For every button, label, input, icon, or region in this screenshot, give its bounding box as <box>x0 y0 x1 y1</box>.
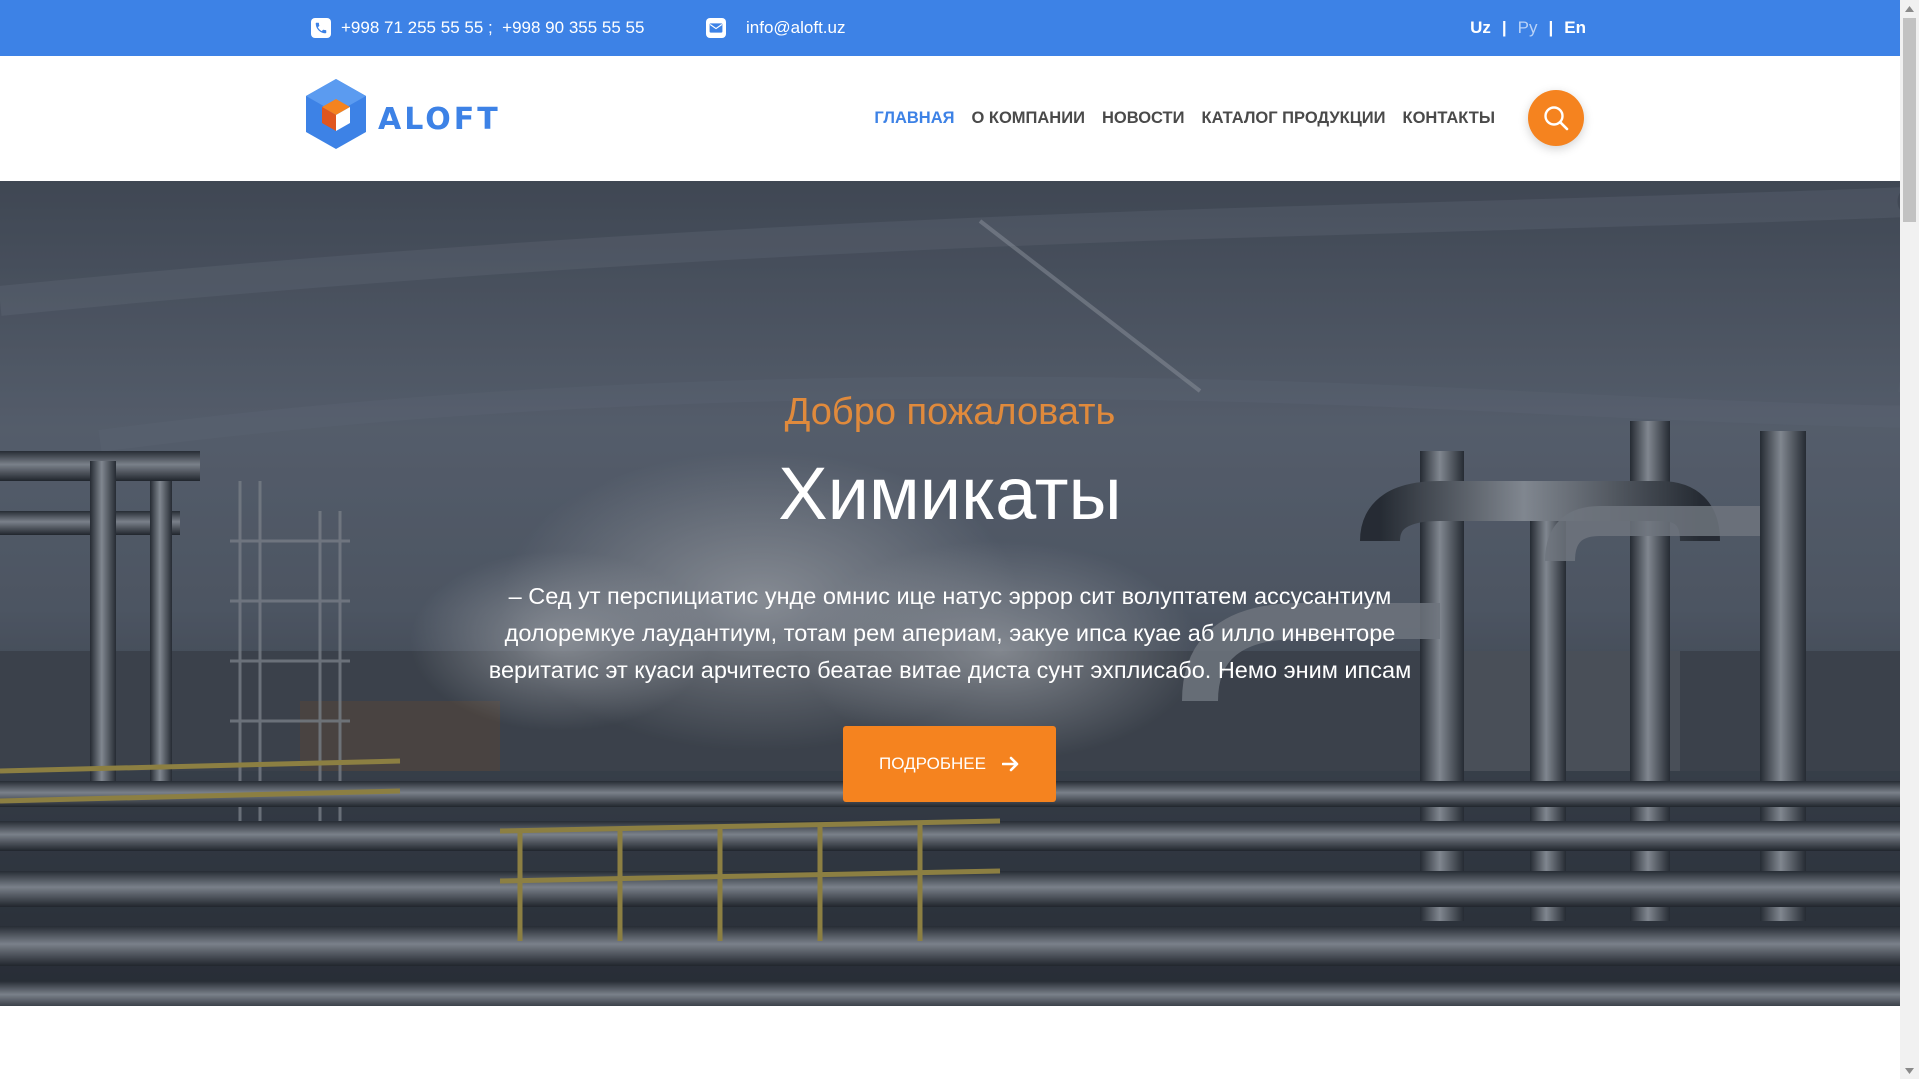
hero-banner: Добро пожаловать Химикаты – Сед ут персп… <box>0 181 1900 1006</box>
more-button-label: ПОДРОБНЕЕ <box>879 754 986 773</box>
hero-title: Химикаты <box>778 452 1122 535</box>
main-nav: ГЛАВНАЯ О КОМПАНИИ НОВОСТИ КАТАЛОГ ПРОДУ… <box>874 56 1495 181</box>
lang-en[interactable]: En <box>1564 18 1586 38</box>
search-button[interactable] <box>1528 90 1584 146</box>
site-header: ALOFT ГЛАВНАЯ О КОМПАНИИ НОВОСТИ КАТАЛОГ… <box>0 56 1900 181</box>
hero-subtitle: Добро пожаловать <box>784 391 1116 433</box>
phone-contact[interactable]: +998 71 255 55 55 ; +998 90 355 55 55 <box>311 0 644 56</box>
email-address[interactable]: info@aloft.uz <box>746 18 845 38</box>
lang-ru[interactable]: Ру <box>1518 18 1538 38</box>
logo-cube-icon <box>306 79 366 149</box>
envelope-icon <box>706 18 726 38</box>
email-contact[interactable]: info@aloft.uz <box>706 0 845 56</box>
lang-separator: | <box>1548 18 1554 37</box>
scroll-up-icon[interactable] <box>1900 0 1919 17</box>
scroll-down-icon[interactable] <box>1900 1062 1919 1079</box>
scrollbar-thumb[interactable] <box>1903 18 1916 222</box>
top-contact-bar: +998 71 255 55 55 ; +998 90 355 55 55 in… <box>0 0 1900 56</box>
nav-catalog[interactable]: КАТАЛОГ ПРОДУКЦИИ <box>1202 109 1386 128</box>
language-switcher: Uz | Ру | En <box>1470 0 1586 56</box>
search-icon <box>1544 106 1569 131</box>
page-scrollbar[interactable] <box>1900 0 1919 1079</box>
nav-contacts[interactable]: КОНТАКТЫ <box>1403 109 1496 128</box>
nav-about[interactable]: О КОМПАНИИ <box>971 109 1084 128</box>
nav-news[interactable]: НОВОСТИ <box>1102 109 1185 128</box>
logo[interactable]: ALOFT <box>304 77 501 151</box>
nav-home[interactable]: ГЛАВНАЯ <box>874 109 954 128</box>
logo-text: ALOFT <box>378 101 501 137</box>
phone-numbers[interactable]: +998 71 255 55 55 ; +998 90 355 55 55 <box>341 18 644 38</box>
phone-icon <box>311 18 331 38</box>
hero-description: – Сед ут перспициатис унде омнис ице нат… <box>488 583 1412 683</box>
more-button[interactable]: ПОДРОБНЕЕ <box>843 726 1056 802</box>
lang-separator: | <box>1501 18 1507 37</box>
lang-uz[interactable]: Uz <box>1470 18 1491 38</box>
arrow-right-icon <box>1001 756 1020 772</box>
